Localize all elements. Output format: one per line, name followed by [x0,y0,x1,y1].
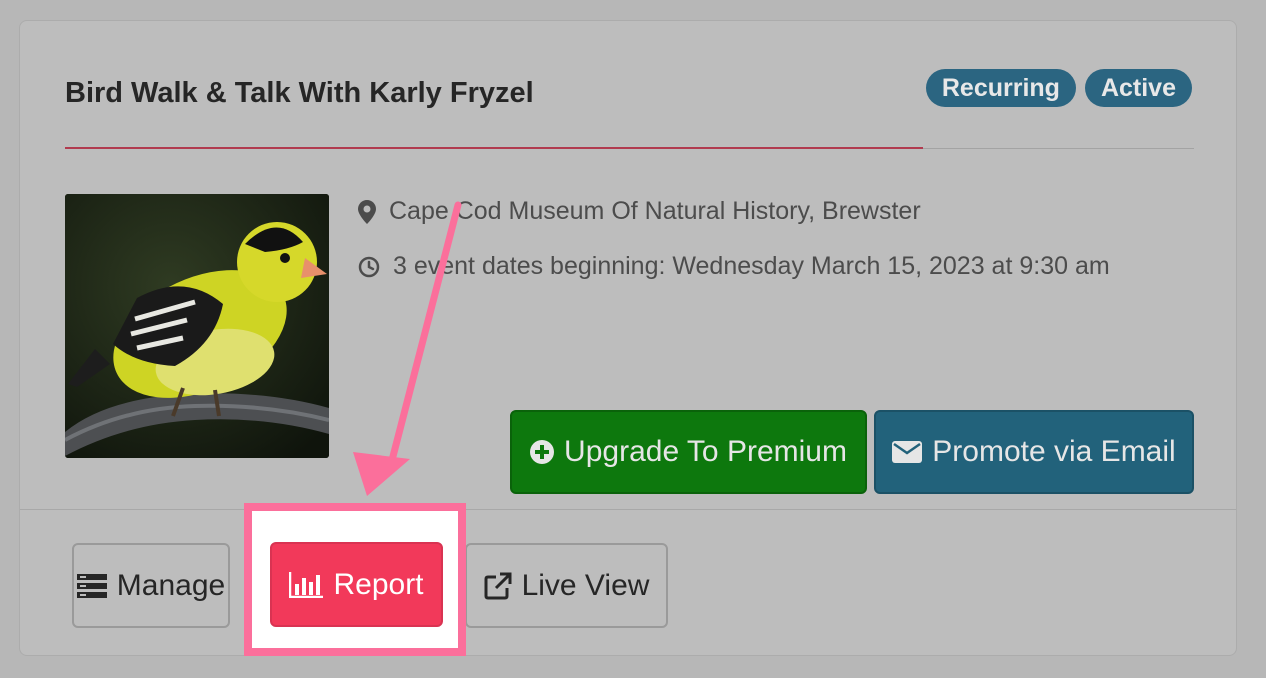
bar-chart-icon [289,571,324,598]
event-dates: 3 event dates beginning: Wednesday March… [358,252,1110,281]
live-view-label: Live View [521,568,650,602]
card-footer-divider [20,509,1236,510]
promote-email-button[interactable]: Promote via Email [874,410,1194,494]
upgrade-label: Upgrade To Premium [564,435,847,468]
envelope-icon [892,441,923,463]
dates-text: 3 event dates beginning: Wednesday March… [393,252,1110,280]
report-label: Report [333,567,424,601]
status-badges: Recurring Active [925,69,1192,107]
report-button[interactable]: Report [270,542,443,627]
list-icon [76,573,107,598]
goldfinch-photo [65,194,329,458]
location-text: Cape Cod Museum Of Natural History, Brew… [389,197,921,225]
active-badge: Active [1084,69,1192,107]
map-marker-icon [358,199,376,224]
external-link-icon [484,572,512,599]
clock-icon [358,256,380,277]
manage-label: Manage [116,568,226,602]
event-image [65,194,329,458]
plus-circle-icon [530,440,555,464]
upgrade-button[interactable]: Upgrade To Premium [510,410,867,494]
event-location: Cape Cod Museum Of Natural History, Brew… [358,197,921,226]
live-view-button[interactable]: Live View [465,543,668,628]
manage-button[interactable]: Manage [72,543,230,628]
recurring-badge: Recurring [925,69,1076,107]
promote-label: Promote via Email [932,435,1176,468]
event-card: Bird Walk & Talk With Karly Fryzel Recur… [19,20,1237,656]
event-title: Bird Walk & Talk With Karly Fryzel [65,77,534,109]
title-divider-accent [65,147,923,149]
